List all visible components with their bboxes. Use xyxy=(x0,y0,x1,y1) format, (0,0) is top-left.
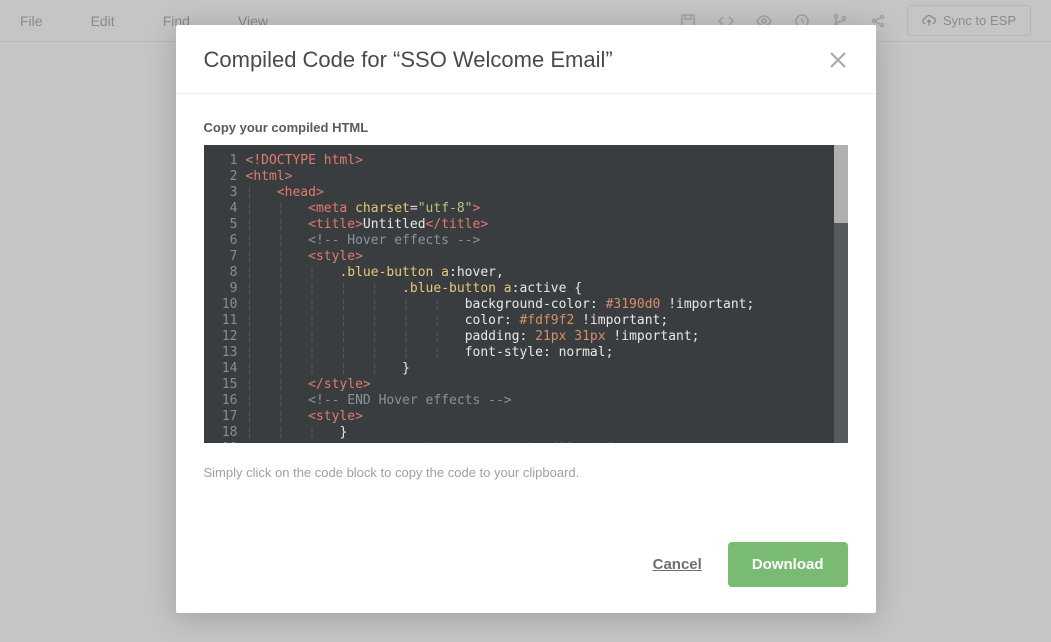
line-number-gutter: 12345678910111213141516171819 xyxy=(204,145,246,443)
modal-body: Copy your compiled HTML 1234567891011121… xyxy=(176,94,876,494)
download-button[interactable]: Download xyxy=(728,542,848,587)
copy-hint: Simply click on the code block to copy t… xyxy=(204,465,848,480)
code-block[interactable]: 12345678910111213141516171819 <!DOCTYPE … xyxy=(204,145,848,443)
copy-html-label: Copy your compiled HTML xyxy=(204,120,848,135)
modal-title: Compiled Code for “SSO Welcome Email” xyxy=(204,47,613,73)
code-content: <!DOCTYPE html> <html> ¦ <head> ¦ ¦ <met… xyxy=(246,145,848,443)
modal-footer: Cancel Download xyxy=(176,524,876,613)
close-icon[interactable] xyxy=(828,50,848,70)
scrollbar-track[interactable] xyxy=(834,145,848,443)
modal-overlay: Compiled Code for “SSO Welcome Email” Co… xyxy=(0,0,1051,642)
scrollbar-thumb[interactable] xyxy=(834,145,848,223)
modal-header: Compiled Code for “SSO Welcome Email” xyxy=(176,25,876,94)
compiled-code-modal: Compiled Code for “SSO Welcome Email” Co… xyxy=(176,25,876,613)
cancel-button[interactable]: Cancel xyxy=(653,556,702,573)
